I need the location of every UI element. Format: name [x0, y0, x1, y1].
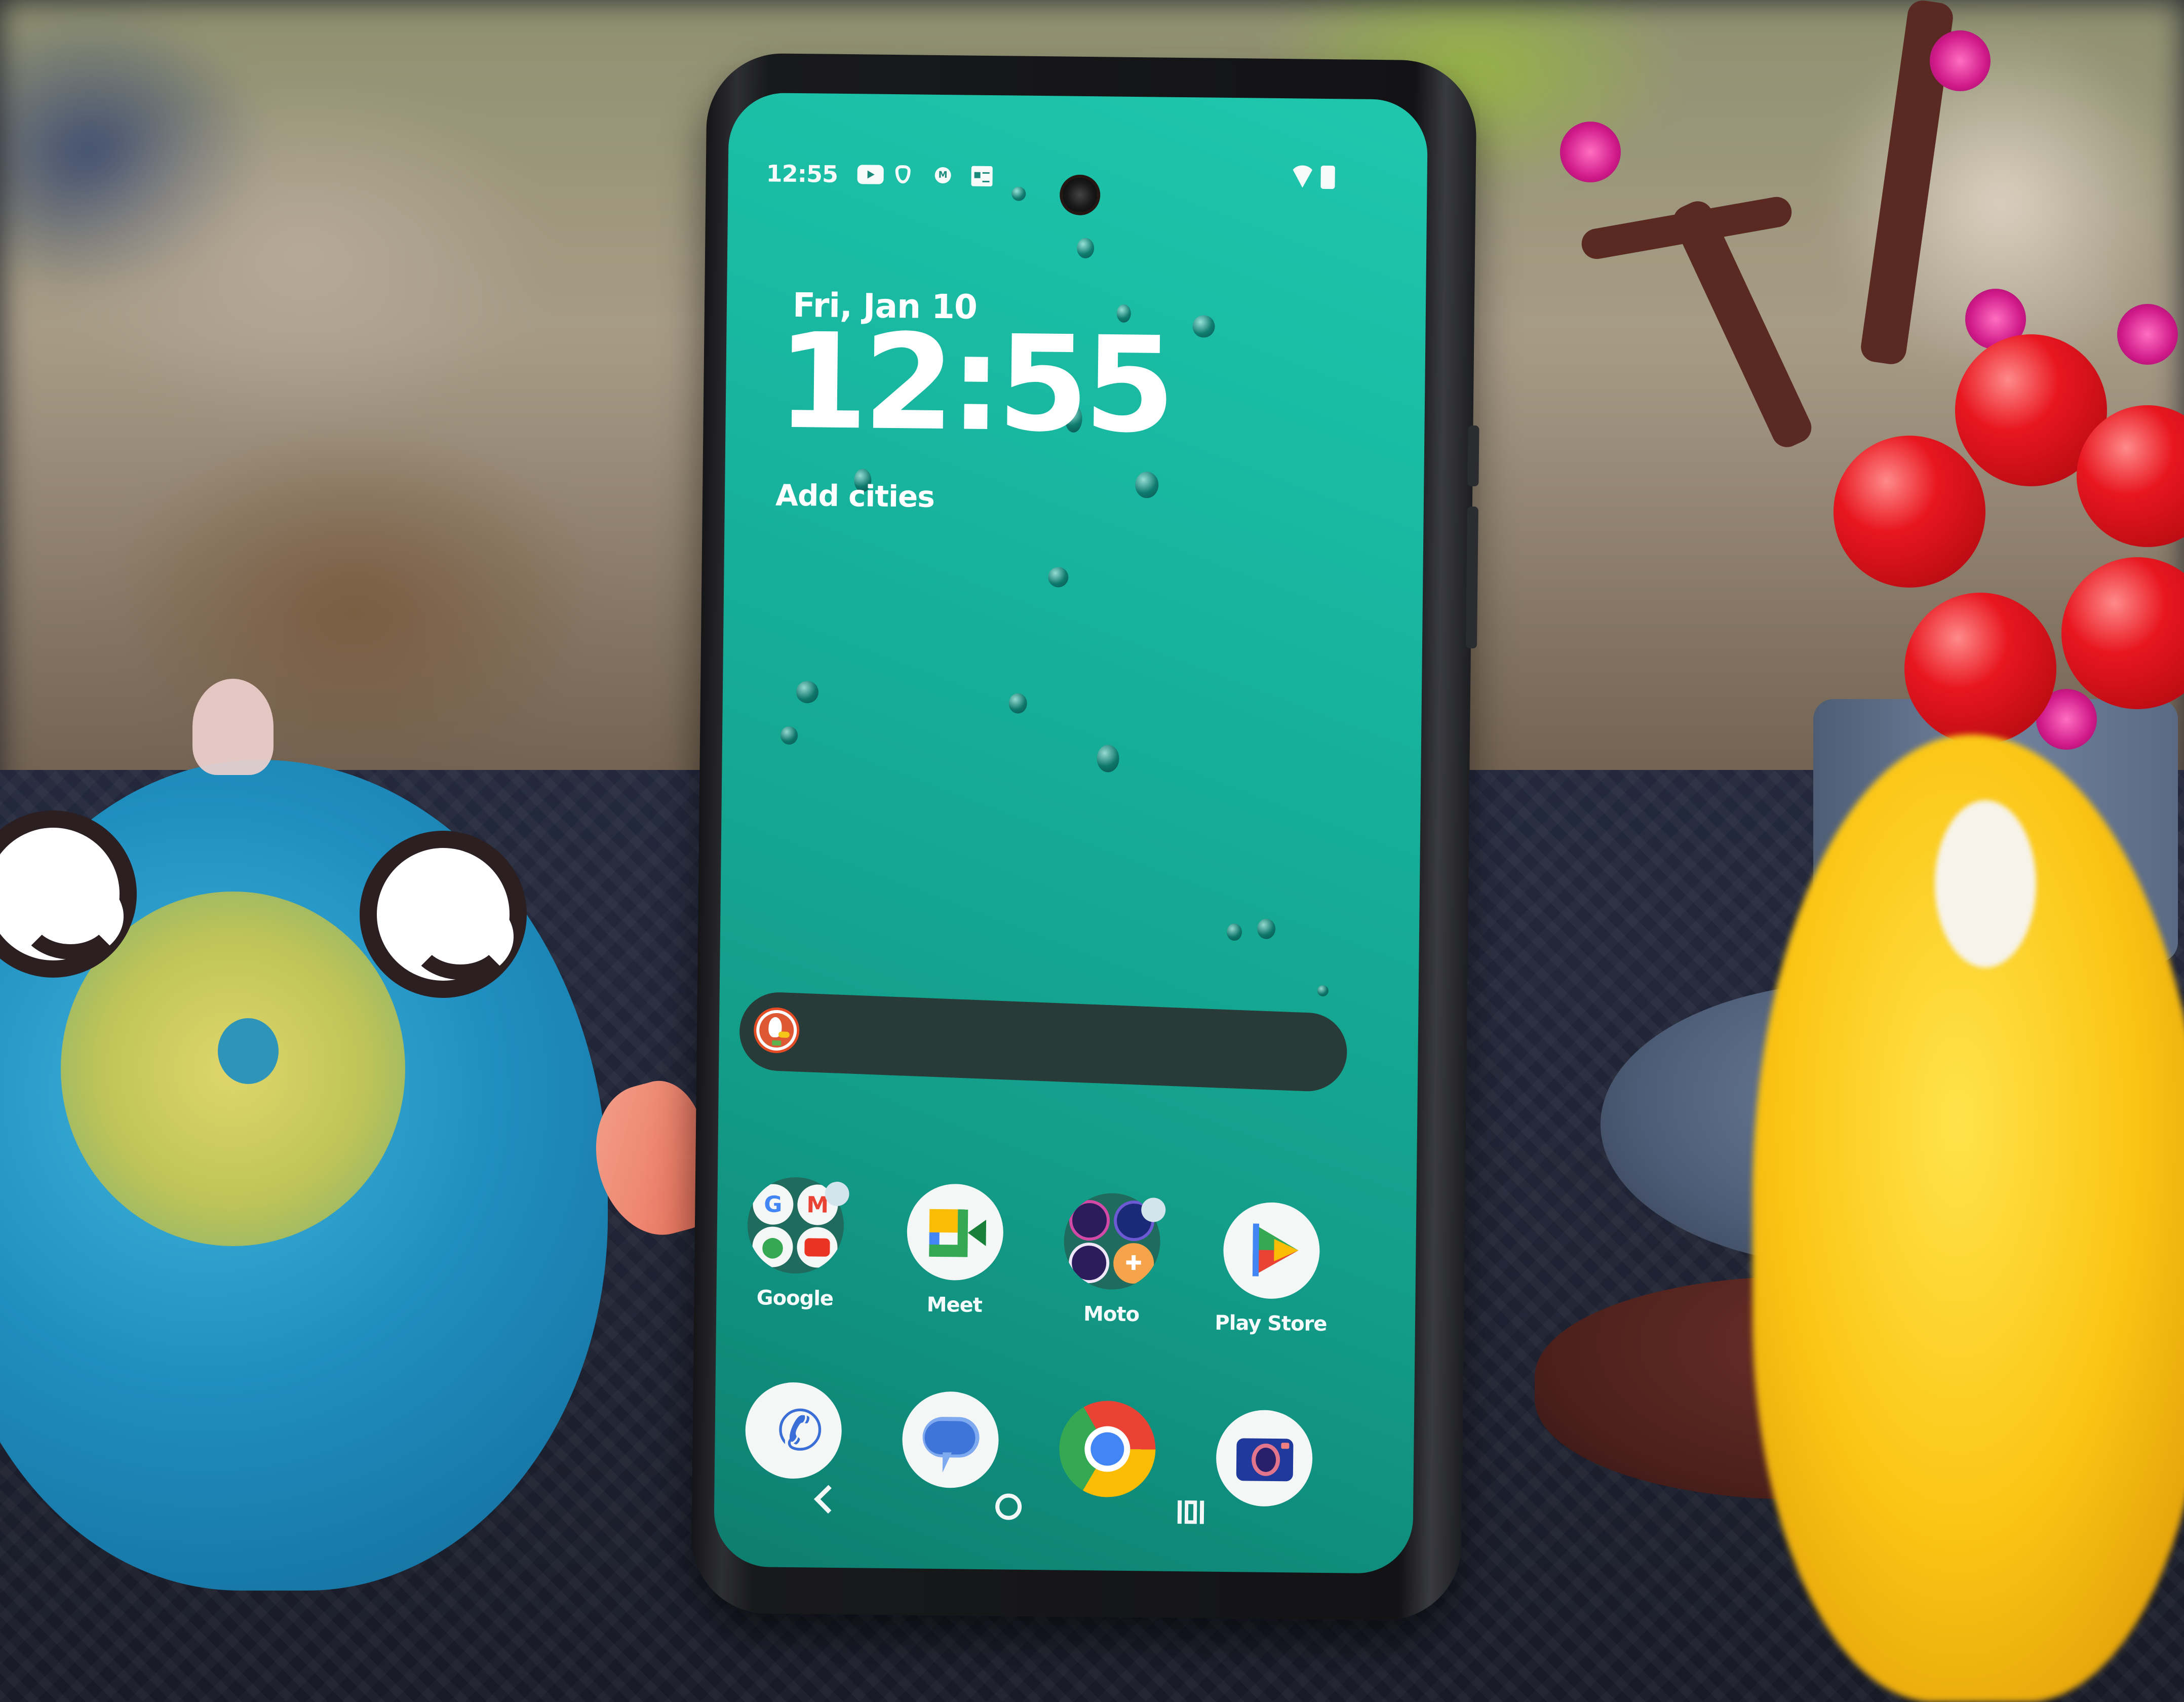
app-play-store[interactable]: Play Store: [1213, 1202, 1331, 1336]
app-label: Play Store: [1215, 1311, 1327, 1336]
home-screen: 12:55 M Fri, Jan 10 12:55 Add cities G M: [713, 92, 1428, 1574]
moto-connect-icon: [1068, 1242, 1110, 1284]
add-cities-link[interactable]: Add cities: [775, 478, 935, 514]
google-icon: G: [752, 1184, 794, 1225]
volume-button: [1467, 425, 1479, 487]
camera-icon: [1216, 1409, 1313, 1507]
maps-icon: ⬤: [752, 1226, 793, 1268]
widget-clock[interactable]: 12:55: [776, 305, 1172, 462]
dock-camera[interactable]: [1216, 1409, 1313, 1507]
water-droplets: [729, 93, 1428, 997]
bonsai-berry: [1904, 593, 2056, 745]
chrome-icon: [1059, 1400, 1156, 1498]
search-bar[interactable]: [738, 991, 1349, 1093]
duck-bowtie: [772, 1040, 782, 1046]
bonsai-berry: [1834, 436, 1985, 588]
app-meet[interactable]: Meet: [896, 1183, 1014, 1317]
dock-chrome[interactable]: [1059, 1400, 1156, 1498]
smartphone: 12:55 M Fri, Jan 10 12:55 Add cities G M: [690, 53, 1479, 1621]
toy-figure-eye: [1935, 800, 2036, 968]
nav-home-button[interactable]: [995, 1493, 1022, 1520]
app-google-folder[interactable]: G M ⬤ Google: [736, 1177, 854, 1310]
app-label: Meet: [926, 1293, 983, 1317]
moto-app-icon: [1069, 1200, 1110, 1241]
play-store-icon: [1223, 1202, 1320, 1299]
shield-icon: [895, 165, 911, 184]
dock-phone[interactable]: ✆: [745, 1382, 842, 1480]
status-bar[interactable]: 12:55 M: [728, 159, 1427, 206]
news-icon: [971, 166, 993, 187]
nav-recents-button[interactable]: [1177, 1500, 1204, 1524]
app-moto-folder[interactable]: ✚ Moto: [1053, 1192, 1171, 1326]
app-label: Google: [756, 1286, 834, 1310]
wifi-icon: [1290, 165, 1315, 188]
fish-tuft: [192, 679, 274, 775]
notification-dot: [825, 1181, 849, 1207]
phone-icon: ✆: [745, 1382, 842, 1480]
nav-back-button[interactable]: [813, 1485, 843, 1514]
status-time: 12:55: [766, 160, 838, 188]
dock-messages[interactable]: [902, 1391, 999, 1489]
notification-dot: [1141, 1197, 1166, 1222]
duck-beak: [778, 1031, 790, 1038]
youtube-icon: [857, 165, 884, 184]
bonsai-blossom: [2117, 304, 2178, 365]
power-button: [1465, 506, 1478, 649]
youtube-icon: [797, 1227, 838, 1268]
google-meet-icon: [906, 1183, 1004, 1281]
fish-spot-center: [218, 1018, 279, 1084]
duckduckgo-icon[interactable]: [753, 1007, 800, 1054]
battery-icon: [1320, 165, 1335, 189]
app-label: Moto: [1083, 1302, 1140, 1327]
clock-widget[interactable]: Fri, Jan 10 12:55 Add cities: [729, 93, 1428, 514]
bonsai-blossom: [1560, 122, 1621, 182]
fish-eye-right: [360, 831, 527, 998]
bonsai-blossom: [1930, 30, 1991, 91]
messages-icon: [902, 1391, 999, 1489]
moto-gamemode-icon: ✚: [1113, 1243, 1154, 1284]
motorola-icon: M: [934, 167, 951, 184]
